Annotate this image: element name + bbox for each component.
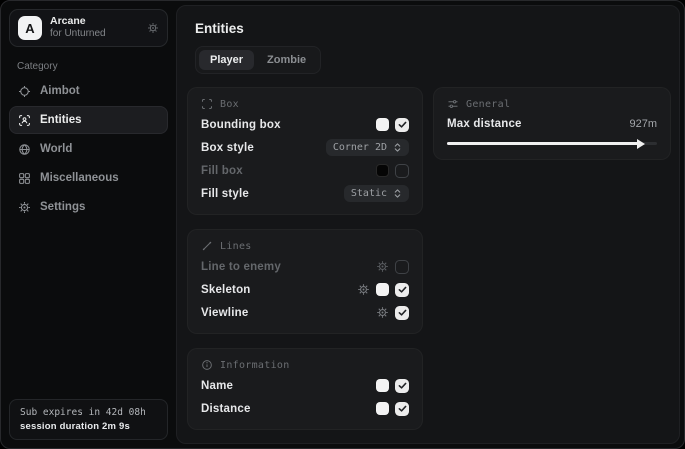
tab-player[interactable]: Player: [199, 50, 254, 70]
distance-checkbox[interactable]: [395, 402, 409, 416]
scan-person-icon: [18, 114, 31, 127]
sidebar-item-label: Settings: [40, 201, 85, 213]
general-card: General Max distance 927m: [433, 87, 671, 160]
sidebar-item-entities[interactable]: Entities: [9, 106, 168, 134]
entity-tabbar: Player Zombie: [195, 46, 321, 74]
slider-thumb[interactable]: [637, 139, 645, 149]
bounding-box-checkbox[interactable]: [395, 118, 409, 132]
setting-label: Fill box: [201, 165, 243, 177]
setting-row-bounding-box: Bounding box: [201, 114, 409, 135]
gear-icon[interactable]: [376, 306, 389, 319]
check-icon: [397, 403, 408, 414]
setting-row-box-style: Box style Corner 2D: [201, 137, 409, 158]
setting-label: Name: [201, 380, 233, 392]
viewline-checkbox[interactable]: [395, 306, 409, 320]
fill-box-checkbox[interactable]: [395, 164, 409, 178]
app-name: Arcane: [50, 15, 106, 28]
check-icon: [397, 284, 408, 295]
setting-row-max-distance: Max distance 927m: [447, 114, 657, 134]
max-distance-value: 927m: [629, 118, 657, 130]
dropdown-value: Corner 2D: [333, 142, 387, 153]
setting-label: Skeleton: [201, 284, 251, 296]
card-header-label: Box: [220, 99, 239, 110]
subscription-status-card: Sub expires in 42d 08h session duration …: [9, 399, 168, 440]
line-icon: [201, 240, 213, 252]
crosshair-icon: [18, 85, 31, 98]
setting-label: Max distance: [447, 118, 522, 130]
setting-label: Line to enemy: [201, 261, 281, 273]
tab-zombie[interactable]: Zombie: [256, 50, 317, 70]
app-logo-card[interactable]: A Arcane for Unturned: [9, 9, 168, 47]
sidebar: A Arcane for Unturned Category Ai: [1, 1, 176, 448]
sidebar-item-miscellaneous[interactable]: Miscellaneous: [9, 164, 168, 192]
line-to-enemy-checkbox[interactable]: [395, 260, 409, 274]
tab-label: Zombie: [267, 54, 306, 66]
setting-label: Viewline: [201, 307, 248, 319]
sub-expiry-text: Sub expires in 42d 08h: [20, 407, 157, 418]
dropdown-value: Static: [351, 188, 387, 199]
gear-icon[interactable]: [357, 283, 370, 296]
card-header-label: General: [466, 99, 510, 110]
setting-row-distance: Distance: [201, 398, 409, 419]
chevron-selector-icon: [393, 142, 402, 153]
slider-fill: [447, 142, 642, 145]
setting-row-name: Name: [201, 375, 409, 396]
gear-icon[interactable]: [147, 22, 159, 34]
name-checkbox[interactable]: [395, 379, 409, 393]
setting-label: Fill style: [201, 188, 249, 200]
app-window: A Arcane for Unturned Category Ai: [0, 0, 685, 449]
card-header-label: Lines: [220, 241, 252, 252]
app-tagline: for Unturned: [50, 28, 106, 41]
color-swatch[interactable]: [376, 283, 389, 296]
sidebar-item-aimbot[interactable]: Aimbot: [9, 77, 168, 105]
setting-label: Box style: [201, 142, 254, 154]
fill-style-dropdown[interactable]: Static: [344, 185, 409, 202]
sliders-icon: [447, 98, 459, 110]
card-header-label: Information: [220, 360, 290, 371]
sidebar-item-label: World: [40, 143, 72, 155]
globe-icon: [18, 143, 31, 156]
gear-icon[interactable]: [376, 260, 389, 273]
sidebar-item-world[interactable]: World: [9, 135, 168, 163]
setting-label: Distance: [201, 403, 251, 415]
check-icon: [397, 119, 408, 130]
app-logo: A: [18, 16, 42, 40]
page-title: Entities: [195, 21, 671, 36]
skeleton-checkbox[interactable]: [395, 283, 409, 297]
color-swatch[interactable]: [376, 379, 389, 392]
info-icon: [201, 359, 213, 371]
check-icon: [397, 307, 408, 318]
setting-row-viewline: Viewline: [201, 302, 409, 323]
color-swatch[interactable]: [376, 118, 389, 131]
sidebar-item-label: Entities: [40, 114, 82, 126]
box-corners-icon: [201, 98, 213, 110]
chevron-selector-icon: [393, 188, 402, 199]
box-card: Box Bounding box: [187, 87, 423, 215]
setting-row-fill-box: Fill box: [201, 160, 409, 181]
sidebar-item-label: Aimbot: [40, 85, 80, 97]
sidebar-item-label: Miscellaneous: [40, 172, 119, 184]
grid-icon: [18, 172, 31, 185]
category-label: Category: [17, 61, 168, 72]
color-swatch[interactable]: [376, 164, 389, 177]
tab-label: Player: [210, 54, 243, 66]
lines-card: Lines Line to enemy: [187, 229, 423, 334]
session-duration-text: session duration 2m 9s: [20, 421, 157, 432]
app-logo-letter: A: [25, 21, 34, 36]
check-icon: [397, 380, 408, 391]
max-distance-slider[interactable]: [447, 137, 657, 149]
setting-row-fill-style: Fill style Static: [201, 183, 409, 204]
setting-row-line-to-enemy: Line to enemy: [201, 256, 409, 277]
sidebar-item-settings[interactable]: Settings: [9, 193, 168, 221]
information-card: Information Name: [187, 348, 423, 430]
gear-icon: [18, 201, 31, 214]
main-panel: Entities Player Zombie: [176, 5, 680, 444]
box-style-dropdown[interactable]: Corner 2D: [326, 139, 409, 156]
setting-label: Bounding box: [201, 119, 281, 131]
setting-row-skeleton: Skeleton: [201, 279, 409, 300]
color-swatch[interactable]: [376, 402, 389, 415]
